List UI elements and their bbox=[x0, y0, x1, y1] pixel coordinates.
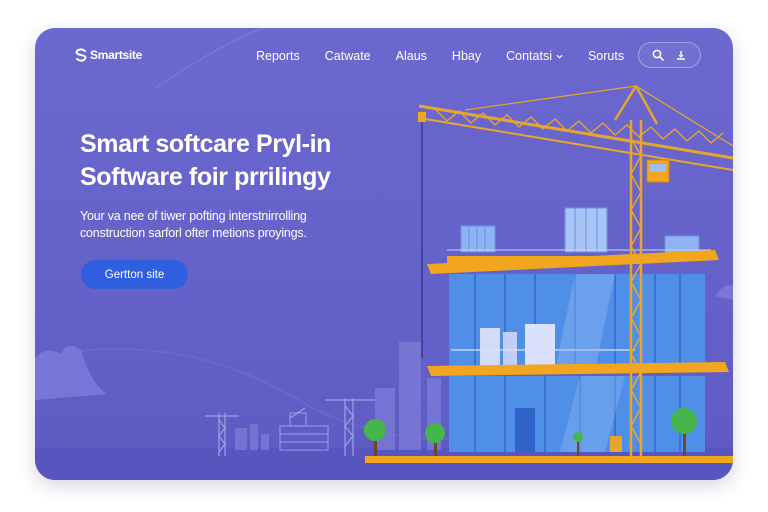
brand-logo[interactable]: Smartsite bbox=[75, 48, 142, 62]
construction-illustration bbox=[35, 28, 733, 480]
hero-title: Smart softcare Pryl-in Software foir prr… bbox=[80, 128, 331, 194]
nav-item-hbay[interactable]: Hbay bbox=[452, 49, 481, 63]
hero-title-line: Software foir prrilingy bbox=[80, 163, 331, 191]
nav-item-contatsi[interactable]: Contatsi bbox=[506, 49, 563, 63]
search-icon[interactable] bbox=[652, 49, 665, 61]
nav-item-label: Hbay bbox=[451, 49, 482, 63]
user-icon[interactable] bbox=[675, 49, 687, 61]
nav-item-reports[interactable]: Reports bbox=[256, 49, 300, 63]
nav-item-catwate[interactable]: Catwate bbox=[325, 49, 371, 63]
nav-item-label: Alaus bbox=[395, 49, 427, 63]
nav-item-soruts[interactable]: Soruts bbox=[588, 49, 624, 63]
nav-item-label: Catwate bbox=[324, 49, 371, 63]
nav-item-label: Reports bbox=[256, 49, 300, 63]
chevron-down-icon bbox=[556, 54, 563, 59]
hero-subtitle-line: Your va nee of tiwer pofting interstnirr… bbox=[80, 209, 307, 223]
logo-s-icon bbox=[75, 48, 87, 62]
brand-name: Smartsite bbox=[90, 48, 142, 62]
get-started-button[interactable]: Gertton site bbox=[81, 260, 188, 289]
hero-card: Smartsite Reports Catwate Alaus Hbay Con… bbox=[35, 28, 733, 480]
hero-title-line: Smart softcare Pryl-in bbox=[80, 130, 332, 158]
nav-item-label: Contatsi bbox=[506, 49, 552, 63]
header-actions bbox=[638, 42, 701, 68]
hero-subtitle-line: construction sarforl ofter metions proyi… bbox=[80, 226, 307, 240]
nav-item-label: Soruts bbox=[587, 49, 625, 63]
hero-subtitle: Your va nee of tiwer pofting interstnirr… bbox=[80, 208, 307, 242]
top-nav: Reports Catwate Alaus Hbay Contatsi Soru… bbox=[256, 48, 649, 64]
nav-item-alaus[interactable]: Alaus bbox=[396, 49, 427, 63]
